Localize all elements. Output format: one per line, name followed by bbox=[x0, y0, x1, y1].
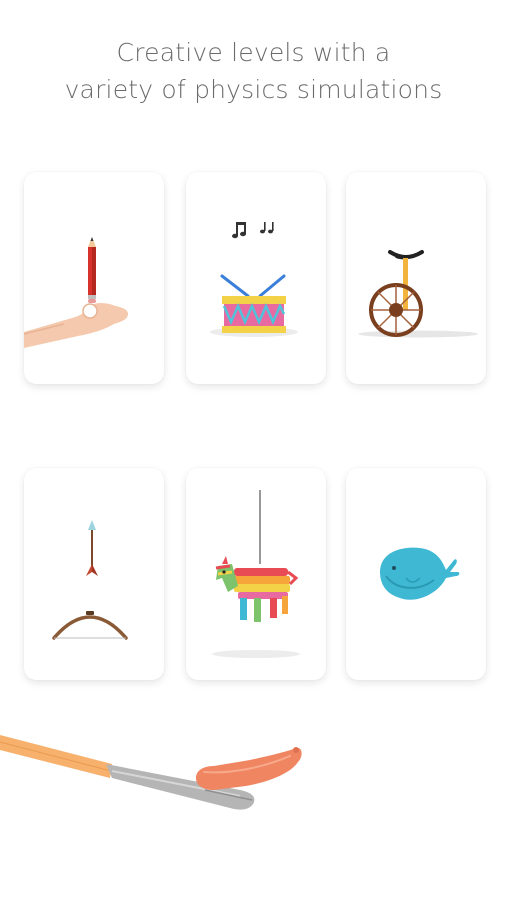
level-card-drum[interactable] bbox=[186, 172, 326, 384]
level-card-pinata[interactable] bbox=[186, 468, 326, 680]
level-card-bow[interactable] bbox=[24, 468, 164, 680]
headline-line-1: Creative levels with a bbox=[116, 38, 391, 67]
level-card-pencil[interactable] bbox=[24, 172, 164, 384]
headline: Creative levels with a variety of physic… bbox=[0, 34, 507, 108]
bow-arrow-icon bbox=[52, 520, 128, 640]
unicycle-icon bbox=[358, 250, 478, 338]
pencil-on-hand-icon bbox=[24, 237, 128, 348]
level-card-unicycle[interactable] bbox=[346, 172, 486, 384]
whale-icon bbox=[380, 547, 460, 600]
headline-line-2: variety of physics simulations bbox=[64, 75, 443, 104]
knife-sausage-illustration bbox=[0, 735, 302, 810]
pinata-icon bbox=[212, 490, 300, 658]
drum-icon bbox=[210, 222, 298, 337]
level-card-whale[interactable] bbox=[346, 468, 486, 680]
